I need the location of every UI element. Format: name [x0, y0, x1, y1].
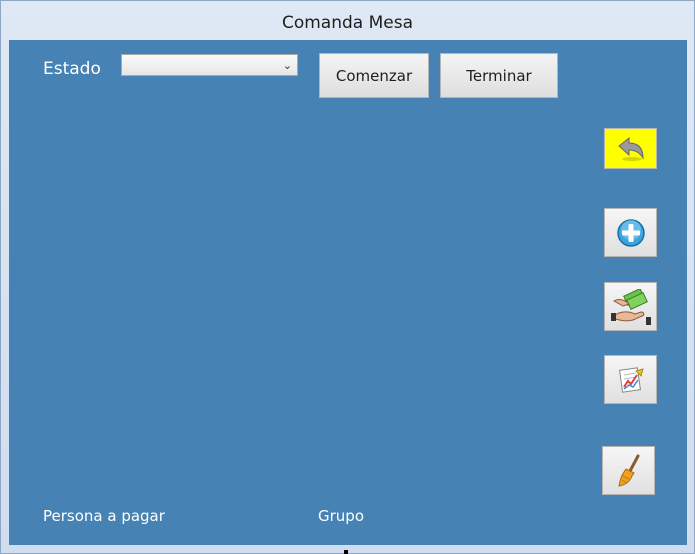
title-bar: Comanda Mesa	[1, 1, 694, 41]
back-button[interactable]	[604, 128, 657, 169]
payment-hand-icon	[610, 288, 651, 325]
window-title: Comanda Mesa	[281, 13, 414, 33]
pay-button[interactable]	[604, 282, 657, 331]
comenzar-button[interactable]: Comenzar	[319, 53, 429, 98]
app-window: Comanda Mesa Estado ⌄ Comenzar Terminar	[0, 0, 695, 554]
estado-select[interactable]: ⌄	[121, 54, 298, 76]
chevron-down-icon: ⌄	[282, 59, 292, 72]
grupo-label: Grupo	[318, 507, 364, 525]
report-button[interactable]	[604, 355, 657, 404]
add-button[interactable]	[604, 208, 657, 257]
persona-label: Persona a pagar	[43, 507, 165, 525]
back-arrow-icon	[617, 136, 644, 161]
main-panel: Estado ⌄ Comenzar Terminar Persona a pag…	[9, 40, 687, 545]
estado-label: Estado	[43, 59, 101, 79]
clean-button[interactable]	[602, 446, 655, 495]
broom-icon	[617, 454, 639, 487]
add-circle-icon	[616, 218, 645, 247]
report-chart-icon	[618, 366, 644, 393]
terminar-button[interactable]: Terminar	[440, 53, 558, 98]
bottom-marker	[344, 550, 348, 554]
